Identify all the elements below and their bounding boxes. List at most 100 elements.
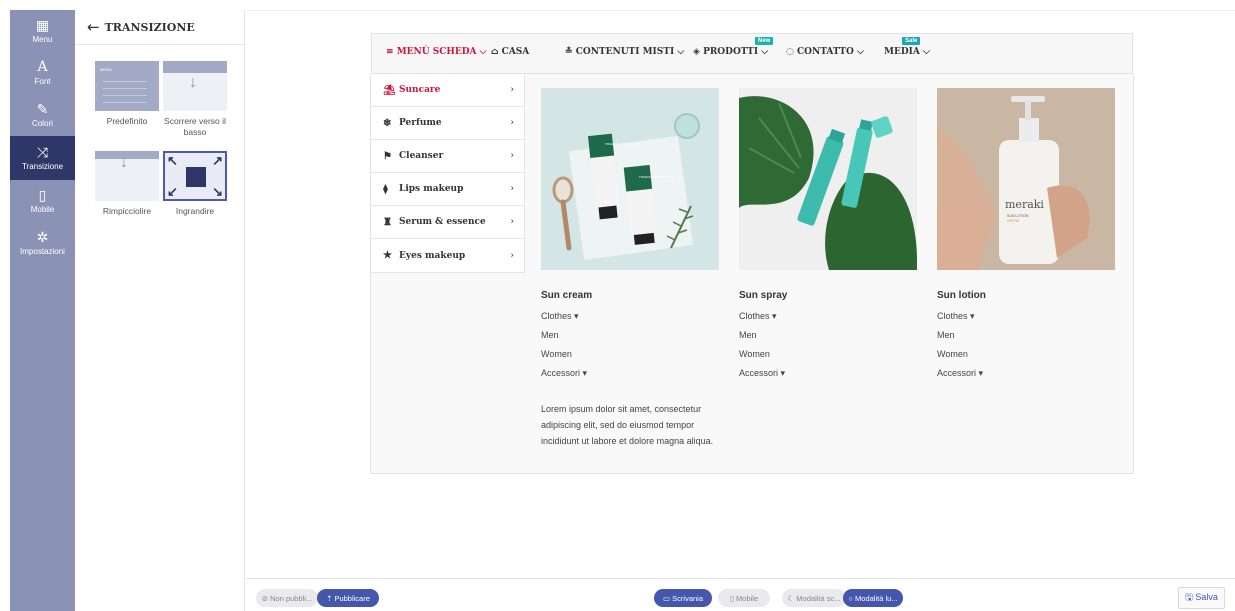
sale-badge: Sale: [902, 37, 921, 45]
menu-item-contact[interactable]: ◌ CONTATTO ⌵: [786, 47, 864, 57]
product-link[interactable]: Clothes ▾: [937, 312, 1115, 321]
chevron-right-icon: ›: [510, 250, 514, 261]
menu-item-mixed-content[interactable]: ≛ CONTENUTI MISTI ⌵: [565, 47, 684, 57]
menu-item-products[interactable]: ◈ PRODOTTI ⌵: [693, 47, 768, 57]
tube-label: TRUECICA MINERAL 100: [605, 142, 640, 146]
product-title[interactable]: Sun lotion: [937, 290, 1115, 301]
umbrella-icon: ⛱: [383, 84, 396, 96]
submenu-item-perfume[interactable]: ❄ Perfume ›: [371, 107, 524, 140]
product-link[interactable]: Men: [937, 331, 1115, 340]
product-title[interactable]: Sun cream: [541, 290, 719, 301]
transition-option-slide-down[interactable]: ↓ Scorrere verso il basso: [163, 61, 227, 138]
menu-item-home[interactable]: ⌂ CASA: [491, 47, 529, 57]
rail-item-settings[interactable]: ✲ Impostazioni: [10, 222, 75, 264]
option-label: Ingrandire: [175, 206, 215, 216]
transition-option-enlarge[interactable]: ↖ ↗ ↙ ↘ Ingrandire: [163, 151, 227, 217]
menu-item-tab-menu[interactable]: ≡ MENÙ SCHEDA ⌵: [386, 47, 487, 57]
flag-icon: ⚑: [383, 150, 392, 162]
mobile-icon: ▯: [38, 187, 47, 203]
tube-label: TRUECICA MINERAL 100: [639, 175, 674, 179]
save-button[interactable]: 🖫 Salva: [1178, 587, 1225, 609]
rail-item-colors[interactable]: ✎ Colori: [10, 94, 75, 136]
grid-icon: ▦: [35, 17, 50, 33]
chevron-down-icon: ⌵: [856, 47, 864, 57]
default-thumbnail: MENU: [95, 61, 159, 111]
chevron-down-icon: ⌵: [677, 47, 685, 57]
product-title[interactable]: Sun spray: [739, 290, 917, 301]
product-card-sun-spray: Sun spray Clothes ▾ Men Women Accessori …: [739, 88, 917, 378]
hamburger-icon: ≡: [386, 47, 394, 57]
product-card-sun-cream: TRUECICA MINERAL 100 TRUECICA MINERAL 10…: [541, 88, 719, 378]
lotion-spf: SPF30: [1007, 218, 1020, 223]
sun-spray-image[interactable]: [739, 88, 917, 270]
product-link[interactable]: Women: [937, 350, 1115, 359]
chevron-right-icon: ›: [510, 85, 514, 95]
submenu-item-suncare[interactable]: ⛱ Suncare ›: [371, 74, 524, 107]
option-label: Rimpicciolire: [102, 206, 152, 216]
rail-label: Menu: [32, 35, 53, 44]
submenu-list: ⛱ Suncare › ❄ Perfume › ⚑ Cleanser › ⧫ L…: [371, 74, 525, 273]
chevron-down-icon: ⌵: [479, 47, 487, 57]
slide-down-thumbnail: ↓: [163, 61, 227, 111]
chevron-down-icon: ⌵: [922, 47, 930, 57]
mega-menu-bar: ≡ MENÙ SCHEDA ⌵ ⌂ CASA ≛ CONTENUTI MISTI…: [371, 33, 1133, 74]
chevron-down-icon: ⌵: [761, 47, 769, 57]
rail-label: Impostazioni: [20, 247, 65, 256]
product-link[interactable]: Clothes ▾: [541, 312, 719, 321]
back-arrow-icon[interactable]: ←: [87, 18, 100, 36]
product-link[interactable]: Accessori ▾: [937, 369, 1115, 378]
unpublished-status[interactable]: ⊘ Non pubbli...: [256, 589, 318, 607]
chevron-right-icon: ›: [510, 151, 514, 161]
lipstick-icon: ⧫: [383, 183, 388, 195]
dark-mode-button[interactable]: ☾ Modalità sc...: [782, 589, 846, 607]
product-link[interactable]: Men: [541, 331, 719, 340]
arrow-down-icon: ↓: [189, 74, 197, 91]
rail-label: Transizione: [21, 162, 64, 171]
mobile-view-button[interactable]: ▯ Mobile: [718, 589, 770, 607]
rail-label: Colori: [32, 119, 53, 128]
expand-icon: ↘: [212, 184, 223, 199]
submenu-item-eyes-makeup[interactable]: ★ Eyes makeup ›: [371, 239, 524, 272]
bottom-toolbar: ⊘ Non pubbli... ⇡ Pubblicare ▭ Scrivania…: [246, 578, 1235, 611]
lotion-brand: meraki: [1005, 198, 1044, 211]
transition-option-shrink[interactable]: ↓ Rimpicciolire: [95, 151, 159, 217]
sun-lotion-image[interactable]: meraki SUN LOTION SPF30: [937, 88, 1115, 270]
rail-item-mobile[interactable]: ▯ Mobile: [10, 180, 75, 222]
preview-canvas: ≡ MENÙ SCHEDA ⌵ ⌂ CASA ≛ CONTENUTI MISTI…: [246, 10, 1235, 578]
thumb-menu-label: MENU: [100, 67, 112, 72]
transition-option-default[interactable]: MENU Predefinito: [95, 61, 159, 127]
submenu-item-lips-makeup[interactable]: ⧫ Lips makeup ›: [371, 173, 524, 206]
product-link[interactable]: Women: [541, 350, 719, 359]
product-link[interactable]: Accessori ▾: [739, 369, 917, 378]
home-icon: ⌂: [491, 47, 499, 57]
transition-options: MENU Predefinito ↓ Scorrere verso il bas…: [75, 45, 244, 245]
product-link[interactable]: Men: [739, 331, 917, 340]
star-icon: ★: [383, 250, 392, 261]
product-link[interactable]: Accessori ▾: [541, 369, 719, 378]
product-link[interactable]: Clothes ▾: [739, 312, 917, 321]
rail-label: Mobile: [30, 205, 55, 214]
diamond-icon: ◈: [693, 47, 700, 57]
rail-item-transition[interactable]: ⤨ Transizione: [10, 136, 75, 180]
product-link[interactable]: Women: [739, 350, 917, 359]
chevron-right-icon: ›: [510, 217, 514, 227]
snowflake-icon: ❄: [383, 117, 392, 129]
transition-panel: ← TRANSIZIONE MENU Predefinito ↓ Scorrer…: [75, 10, 245, 611]
submenu-item-cleanser[interactable]: ⚑ Cleanser ›: [371, 140, 524, 173]
submenu-item-serum-essence[interactable]: ♜ Serum & essence ›: [371, 206, 524, 239]
icon-rail: ▦ Menu A Font ✎ Colori ⤨ Transizione ▯ M…: [10, 10, 75, 611]
rail-item-menu[interactable]: ▦ Menu: [10, 10, 75, 52]
desktop-view-button[interactable]: ▭ Scrivania: [654, 589, 712, 607]
menu-item-media[interactable]: MEDIA ⌵: [884, 47, 930, 57]
chevron-right-icon: ›: [510, 118, 514, 128]
gear-icon: ✲: [36, 229, 49, 245]
font-icon: A: [37, 59, 48, 75]
expand-icon: ↙: [167, 184, 178, 199]
expand-icon: ↗: [212, 153, 223, 168]
light-mode-button[interactable]: ○ Modalità lu...: [843, 589, 903, 607]
new-badge: New: [755, 37, 774, 45]
publish-button[interactable]: ⇡ Pubblicare: [317, 589, 379, 607]
panel-header: ← TRANSIZIONE: [75, 10, 244, 45]
rail-item-font[interactable]: A Font: [10, 52, 75, 94]
sun-cream-image[interactable]: TRUECICA MINERAL 100 TRUECICA MINERAL 10…: [541, 88, 719, 270]
